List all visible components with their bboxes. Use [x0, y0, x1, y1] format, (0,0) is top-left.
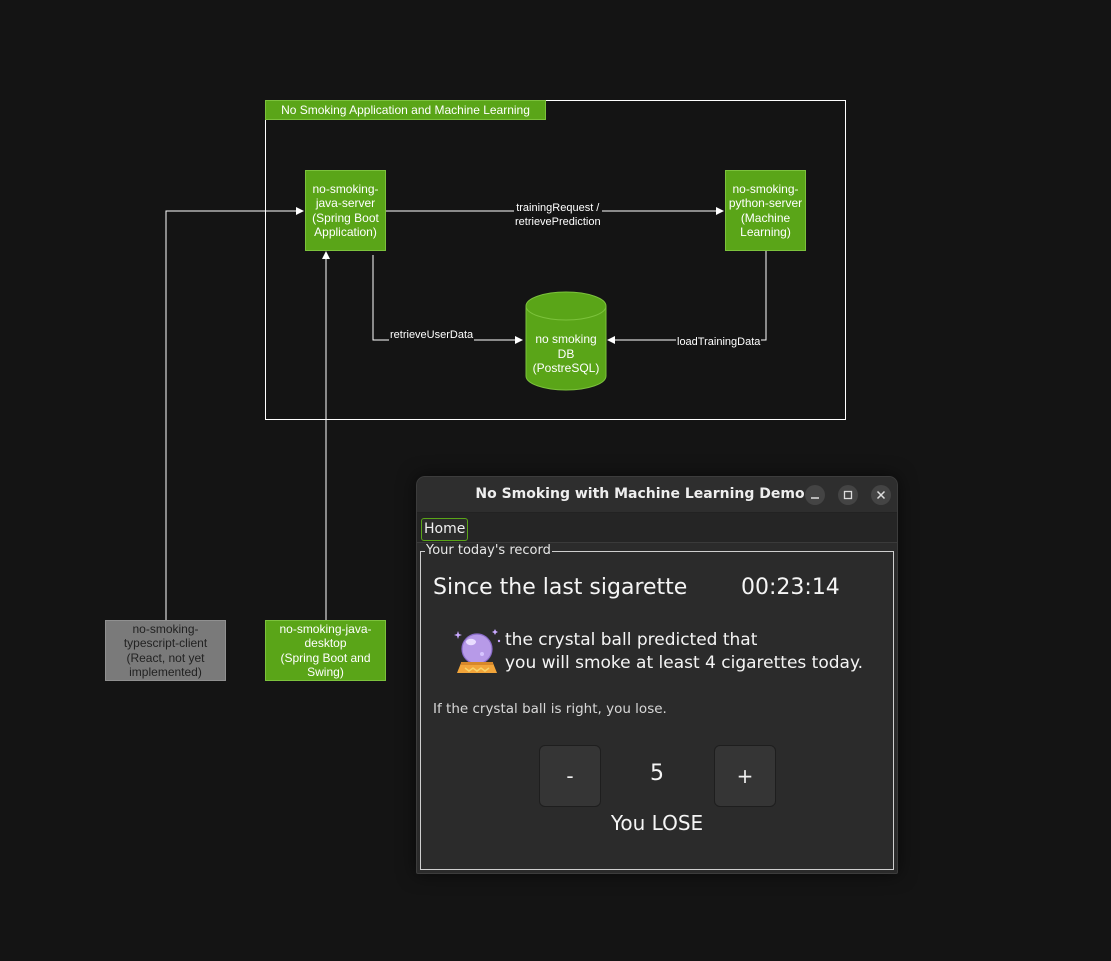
maximize-icon: [843, 490, 853, 500]
decrement-button[interactable]: -: [539, 745, 601, 807]
close-button[interactable]: [871, 485, 891, 505]
result-text: You LOSE: [610, 811, 704, 835]
maximize-button[interactable]: [838, 485, 858, 505]
typescript-client-node: no-smoking- typescript-client (React, no…: [105, 620, 226, 681]
rule-text: If the crystal ball is right, you lose.: [433, 701, 667, 717]
edge-label-training: trainingRequest / retrievePrediction: [514, 202, 602, 229]
window-title: No Smoking with Machine Learning Demo: [475, 486, 805, 502]
cigarette-count: 5: [650, 761, 664, 786]
python-server-node: no-smoking- python-server (Machine Learn…: [725, 170, 806, 251]
since-last-label: Since the last sigarette: [433, 575, 688, 600]
close-icon: [876, 490, 886, 500]
minimize-icon: [811, 497, 819, 499]
increment-button[interactable]: +: [714, 745, 776, 807]
title-bar[interactable]: No Smoking with Machine Learning Demo: [417, 477, 897, 513]
minimize-button[interactable]: [805, 485, 825, 505]
tab-bar: Home: [417, 513, 897, 543]
edge-label-user-data: retrieveUserData: [389, 329, 475, 343]
database-label: no smoking DB (PostreSQL): [532, 332, 600, 375]
prediction-text: the crystal ball predicted that you will…: [505, 630, 863, 673]
tab-home[interactable]: Home: [421, 518, 469, 541]
elapsed-timer: 00:23:14: [741, 575, 840, 600]
crystal-ball-icon: [454, 629, 501, 673]
panel-legend: Your today's record: [425, 543, 552, 558]
app-window: No Smoking with Machine Learning Demo Ho…: [416, 476, 898, 874]
edge-label-load-training: loadTrainingData: [676, 336, 762, 350]
group-label: No Smoking Application and Machine Learn…: [265, 100, 546, 120]
java-server-node: no-smoking- java-server (Spring Boot App…: [305, 170, 386, 251]
java-desktop-node: no-smoking-java- desktop (Spring Boot an…: [265, 620, 386, 681]
